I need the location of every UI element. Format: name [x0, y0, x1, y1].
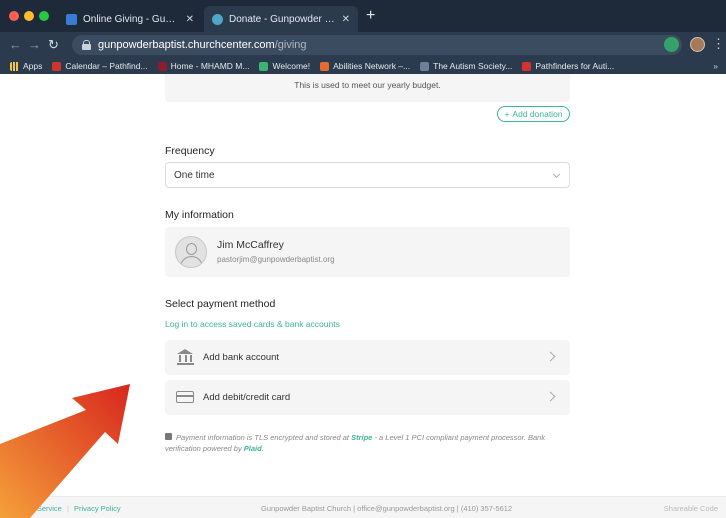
calendar-icon: [52, 61, 62, 71]
add-donation-label: Add donation: [512, 109, 563, 119]
bookmark-apps[interactable]: Apps: [10, 61, 42, 71]
bookmark-label: Abilities Network –...: [333, 61, 411, 71]
my-information-title: My information: [165, 209, 234, 221]
browser-menu-icon[interactable]: ⋮: [712, 36, 725, 52]
bookmark-label: Calendar – Pathfind...: [65, 61, 148, 71]
bookmark-pathfinders[interactable]: Pathfinders for Auti...: [522, 61, 614, 71]
frequency-select[interactable]: One time: [165, 162, 570, 188]
chevron-down-icon: [552, 170, 561, 179]
maximize-window-icon[interactable]: [39, 11, 49, 21]
frequency-value: One time: [174, 169, 215, 181]
shareable-code-link[interactable]: Shareable Code: [664, 504, 718, 513]
bookmark-label: Welcome!: [272, 61, 311, 71]
lock-icon: [82, 40, 91, 50]
avatar: [175, 236, 207, 268]
stripe-link[interactable]: Stripe: [351, 433, 372, 442]
fund-description-box: This is used to meet our yearly budget.: [165, 74, 570, 102]
credit-card-icon: [176, 391, 194, 403]
budget-note: This is used to meet our yearly budget.: [294, 80, 441, 90]
address-bar[interactable]: gunpowderbaptist.churchcenter.com/giving…: [72, 35, 682, 55]
chevron-right-icon: [545, 351, 556, 362]
tab-donate[interactable]: Donate - Gunpowder Baptist Chu ✕: [204, 6, 358, 32]
minimize-window-icon[interactable]: [24, 11, 34, 21]
mhamd-icon: [157, 61, 167, 71]
bookmark-label: Home - MHAMD M...: [170, 61, 250, 71]
close-window-icon[interactable]: [9, 11, 19, 21]
plus-icon: +: [504, 109, 510, 119]
avatar-head-icon: [186, 243, 197, 255]
tab-title: Online Giving - Gunpowder Bapt: [83, 13, 180, 25]
online-giving-favicon-icon: [66, 13, 77, 25]
avatar-body-icon: [180, 256, 203, 267]
add-bank-account-button[interactable]: Add bank account: [165, 340, 570, 375]
bank-icon: [177, 349, 194, 365]
security-note: Payment information is TLS encrypted and…: [165, 432, 570, 454]
forward-arrow-icon[interactable]: →: [28, 37, 41, 52]
payment-method-title: Select payment method: [165, 298, 276, 310]
extension-icon[interactable]: [664, 37, 679, 52]
url-path: /giving: [274, 39, 307, 51]
browser-toolbar: ← → ↻ gunpowderbaptist.churchcenter.com /…: [0, 32, 726, 58]
browser-tab-bar: Online Giving - Gunpowder Bapt ✕ Donate …: [0, 0, 726, 32]
security-text: .: [261, 444, 264, 453]
abilities-icon: [320, 61, 330, 71]
user-card: Jim McCaffrey pastorjim@gunpowderbaptist…: [165, 227, 570, 277]
bookmark-autism-society[interactable]: The Autism Society...: [420, 61, 512, 71]
bookmark-label: The Autism Society...: [433, 61, 513, 71]
tab-online-giving[interactable]: Online Giving - Gunpowder Bapt ✕: [58, 6, 202, 32]
url-host: gunpowderbaptist.churchcenter.com: [98, 39, 275, 51]
plaid-link[interactable]: Plaid: [244, 444, 262, 453]
bookmarks-bar: Apps Calendar – Pathfind... Home - MHAMD…: [0, 58, 726, 74]
reload-icon[interactable]: ↻: [48, 37, 59, 53]
new-tab-button[interactable]: +: [366, 8, 375, 24]
chevron-right-icon: [545, 391, 556, 402]
annotation-arrow-icon: [0, 384, 130, 518]
add-bank-account-label: Add bank account: [203, 352, 280, 363]
login-saved-methods-link[interactable]: Log in to access saved cards & bank acco…: [165, 319, 340, 329]
tab-title: Donate - Gunpowder Baptist Chu: [229, 13, 336, 25]
bookmark-mhamd[interactable]: Home - MHAMD M...: [157, 61, 250, 71]
tab-close-icon[interactable]: ✕: [342, 14, 350, 25]
welcome-icon: [259, 61, 269, 71]
church-center-favicon-icon: [212, 13, 223, 25]
profile-avatar-icon[interactable]: [690, 37, 705, 52]
back-arrow-icon[interactable]: ←: [9, 37, 22, 52]
tab-close-icon[interactable]: ✕: [186, 14, 194, 25]
apps-grid-icon: [10, 61, 19, 71]
church-contact: Gunpowder Baptist Church | office@gunpow…: [261, 504, 513, 513]
add-card-label: Add debit/credit card: [203, 392, 291, 403]
user-name: Jim McCaffrey: [217, 239, 284, 251]
add-donation-button[interactable]: + Add donation: [497, 106, 570, 122]
bookmark-label: Apps: [23, 61, 43, 71]
bookmark-abilities[interactable]: Abilities Network –...: [320, 61, 410, 71]
autism-icon: [420, 61, 430, 71]
bookmarks-overflow-icon[interactable]: »: [713, 61, 718, 71]
padlock-icon: [165, 433, 172, 440]
security-text: Payment information is TLS encrypted and…: [176, 433, 352, 442]
pathfinders-icon: [522, 61, 532, 71]
user-email: pastorjim@gunpowderbaptist.org: [217, 255, 335, 264]
bookmark-label: Pathfinders for Auti...: [535, 61, 615, 71]
add-card-button[interactable]: Add debit/credit card: [165, 380, 570, 415]
frequency-title: Frequency: [165, 145, 215, 157]
bookmark-calendar[interactable]: Calendar – Pathfind...: [52, 61, 148, 71]
bookmark-welcome[interactable]: Welcome!: [259, 61, 310, 71]
